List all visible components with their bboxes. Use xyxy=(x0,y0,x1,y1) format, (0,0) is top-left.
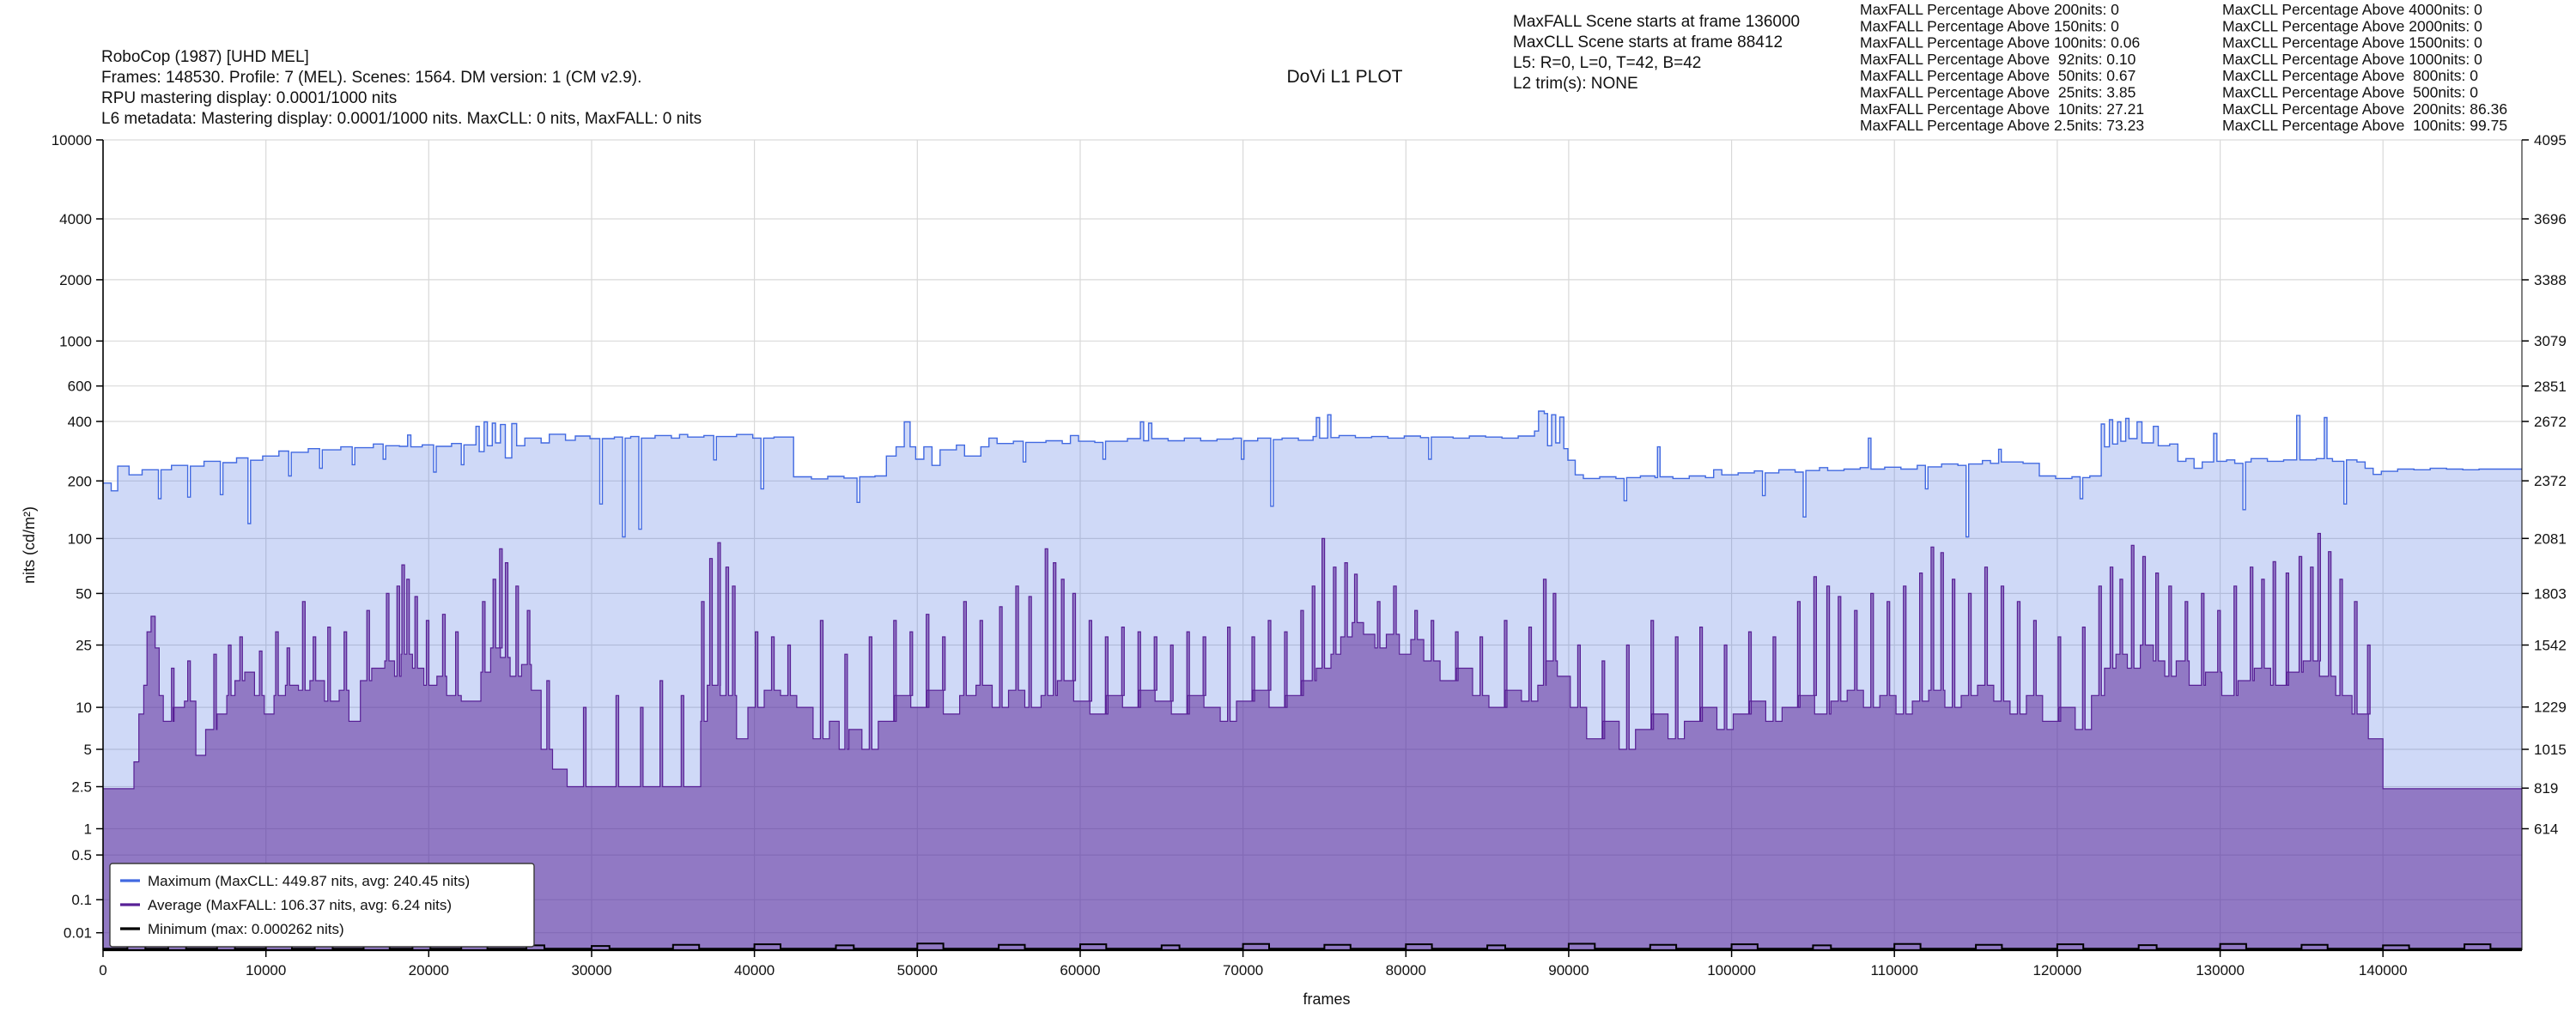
legend-label: Minimum (max: 0.000262 nits) xyxy=(148,921,344,937)
y-axis-label: nits (cd/m²) xyxy=(21,506,38,584)
scene-info-line: L2 trim(s): NONE xyxy=(1513,75,1638,93)
maxfall-stat-line: MaxFALL Percentage Above 92nits: 0.10 xyxy=(1860,51,2136,68)
x-axis-tick-label: 130000 xyxy=(2196,962,2245,978)
x-axis-tick-label: 30000 xyxy=(571,962,611,978)
maxcll-stat-line: MaxCLL Percentage Above 2000nits: 0 xyxy=(2222,17,2482,34)
x-axis-tick-label: 0 xyxy=(99,962,106,978)
y-axis-tick-label: 10 xyxy=(76,700,92,716)
header-line: Frames: 148530. Profile: 7 (MEL). Scenes… xyxy=(101,69,641,87)
header-line: RoboCop (1987) [UHD MEL] xyxy=(101,48,309,66)
y-axis-tick-label: 200 xyxy=(68,473,92,489)
right-axis-tick-label: 4095 xyxy=(2534,132,2567,148)
maxfall-stat-line: MaxFALL Percentage Above 50nits: 0.67 xyxy=(1860,67,2136,84)
x-axis-tick-label: 120000 xyxy=(2033,962,2082,978)
y-axis-tick-label: 1000 xyxy=(59,333,92,349)
x-axis-tick-label: 50000 xyxy=(897,962,938,978)
x-axis-tick-label: 110000 xyxy=(1870,962,1917,978)
right-axis-tick-label: 1229 xyxy=(2534,700,2567,716)
x-axis-tick-label: 80000 xyxy=(1386,962,1426,978)
y-axis-tick-label: 100 xyxy=(68,530,92,547)
y-axis-tick-label: 25 xyxy=(76,638,92,654)
y-axis-tick-label: 1 xyxy=(84,821,92,838)
y-axis-tick-label: 2.5 xyxy=(71,779,92,796)
maxfall-stat-line: MaxFALL Percentage Above 2.5nits: 73.23 xyxy=(1860,117,2144,134)
page-title: DoVi L1 PLOT xyxy=(1286,67,1402,87)
y-axis-tick-label: 50 xyxy=(76,585,92,602)
header-line: RPU mastering display: 0.0001/1000 nits xyxy=(101,89,397,107)
y-axis-tick-label: 2000 xyxy=(59,272,92,288)
x-axis-tick-label: 20000 xyxy=(409,962,449,978)
maxcll-stat-line: MaxCLL Percentage Above 1000nits: 0 xyxy=(2222,51,2482,68)
plot-canvas: 1000040002000100060040020010050251052.51… xyxy=(21,1,2567,1008)
scene-info-line: MaxCLL Scene starts at frame 88412 xyxy=(1513,33,1783,52)
right-axis-tick-label: 3079 xyxy=(2534,333,2567,349)
legend-label: Average (MaxFALL: 106.37 nits, avg: 6.24… xyxy=(148,897,452,913)
maxcll-stat-line: MaxCLL Percentage Above 100nits: 99.75 xyxy=(2222,117,2507,134)
header-line: L6 metadata: Mastering display: 0.0001/1… xyxy=(101,110,702,128)
x-axis-tick-label: 60000 xyxy=(1060,962,1100,978)
maxcll-stat-line: MaxCLL Percentage Above 4000nits: 0 xyxy=(2222,1,2482,18)
maxfall-stat-line: MaxFALL Percentage Above 150nits: 0 xyxy=(1860,17,2119,34)
maxfall-stat-line: MaxFALL Percentage Above 10nits: 27.21 xyxy=(1860,100,2144,118)
scene-info-line: L5: R=0, L=0, T=42, B=42 xyxy=(1513,54,1701,72)
x-axis-tick-label: 100000 xyxy=(1707,962,1756,978)
right-axis-tick-label: 1542 xyxy=(2534,638,2567,654)
dovi-l1-plot-figure: 10000 4000 2000 1000 600 400 200 100 50 25 10 5 2.5 1… xyxy=(0,0,2576,1030)
right-axis-tick-label: 614 xyxy=(2534,821,2558,838)
right-axis-tick-label: 3388 xyxy=(2534,272,2567,288)
maxcll-stat-line: MaxCLL Percentage Above 500nits: 0 xyxy=(2222,84,2478,101)
maxfall-stat-line: MaxFALL Percentage Above 25nits: 3.85 xyxy=(1860,84,2136,101)
right-axis-tick-label: 2372 xyxy=(2534,473,2567,489)
x-axis-tick-label: 10000 xyxy=(246,962,286,978)
maxfall-stat-line: MaxFALL Percentage Above 100nits: 0.06 xyxy=(1860,34,2140,52)
maxcll-stat-line: MaxCLL Percentage Above 800nits: 0 xyxy=(2222,67,2478,84)
y-axis-tick-label: 4000 xyxy=(59,211,92,227)
y-axis-tick-label: 10000 xyxy=(52,132,92,148)
right-axis-tick-label: 2672 xyxy=(2534,414,2567,430)
right-axis-tick-label: 1015 xyxy=(2534,742,2567,758)
x-axis-label: frames xyxy=(1303,991,1350,1008)
scene-info-line: MaxFALL Scene starts at frame 136000 xyxy=(1513,13,1800,31)
right-axis-tick-label: 2081 xyxy=(2534,530,2567,547)
x-axis-tick-label: 90000 xyxy=(1548,962,1589,978)
y-axis-tick-label: 5 xyxy=(84,742,92,758)
maxcll-stat-line: MaxCLL Percentage Above 200nits: 86.36 xyxy=(2222,100,2507,118)
legend: Maximum (MaxCLL: 449.87 nits, avg: 240.4… xyxy=(109,863,535,948)
y-axis-tick-label: 0.01 xyxy=(64,925,92,942)
maxcll-stat-line: MaxCLL Percentage Above 1500nits: 0 xyxy=(2222,34,2482,52)
y-axis-tick-label: 600 xyxy=(68,379,92,395)
x-axis-tick-label: 70000 xyxy=(1223,962,1263,978)
x-axis-tick-label: 140000 xyxy=(2359,962,2408,978)
y-axis-tick-label: 0.1 xyxy=(71,892,92,908)
right-axis-tick-label: 3696 xyxy=(2534,211,2567,227)
right-axis-tick-label: 2851 xyxy=(2534,379,2567,395)
legend-label: Maximum (MaxCLL: 449.87 nits, avg: 240.4… xyxy=(148,873,470,889)
right-axis-tick-label: 1803 xyxy=(2534,585,2567,602)
right-axis-tick-label: 819 xyxy=(2534,780,2558,797)
y-axis-tick-label: 400 xyxy=(68,414,92,430)
y-axis-tick-label: 0.5 xyxy=(71,847,92,863)
x-axis-tick-label: 40000 xyxy=(734,962,775,978)
maxfall-stat-line: MaxFALL Percentage Above 200nits: 0 xyxy=(1860,1,2119,18)
